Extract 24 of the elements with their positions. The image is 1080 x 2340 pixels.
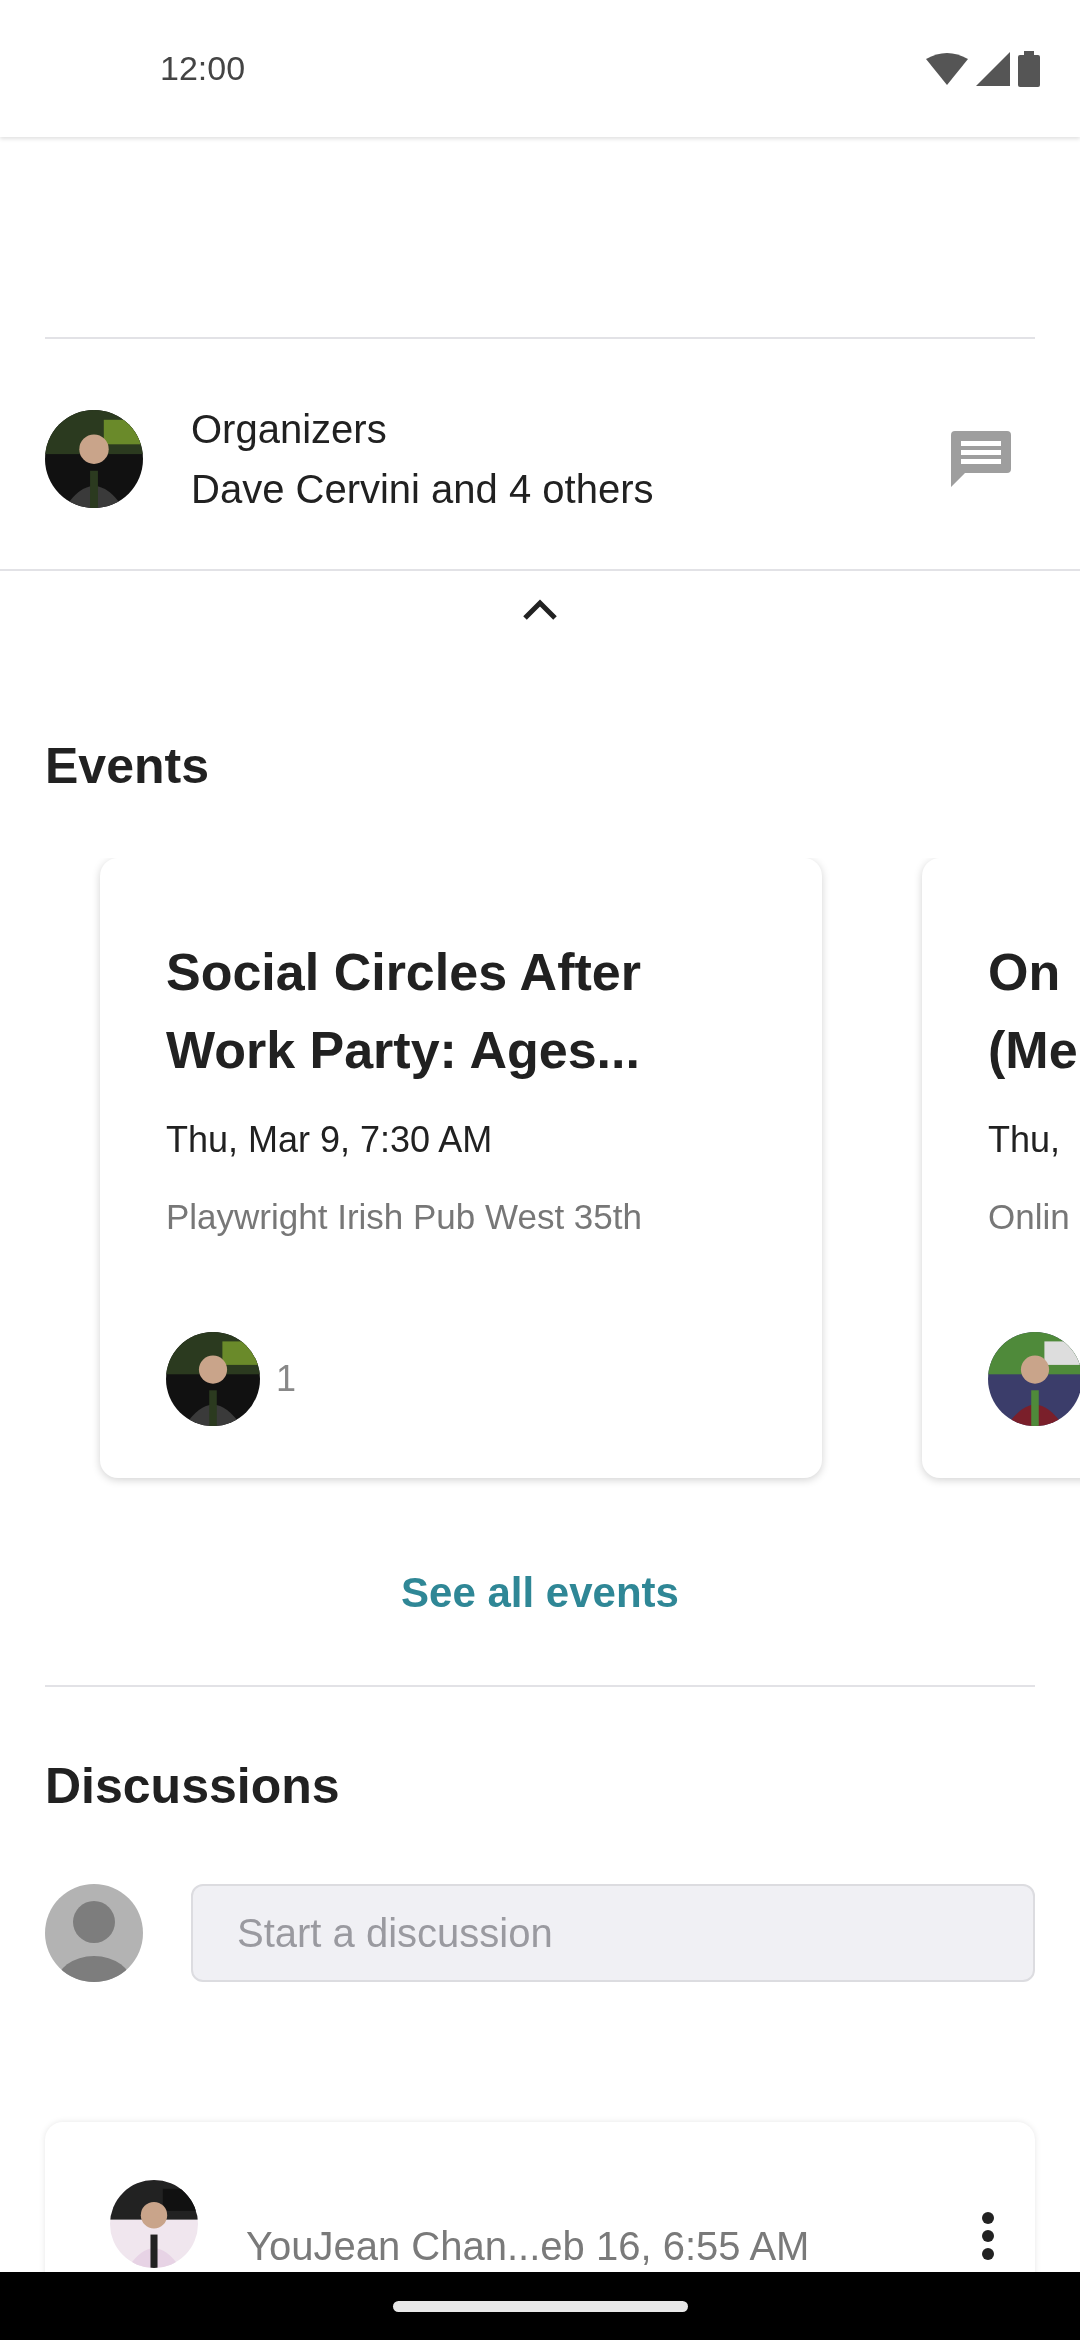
more-options-icon[interactable]: [981, 2212, 995, 2260]
event-location: Onlin: [988, 1196, 1071, 1238]
discussions-heading: Discussions: [44, 1757, 341, 1816]
start-discussion-field[interactable]: Start a discussion: [191, 1884, 1035, 1982]
home-gesture-bar[interactable]: [392, 2300, 688, 2312]
event-date: Thu, Mar 9, 7:30 AM: [166, 1118, 494, 1162]
wifi-icon: [926, 52, 968, 85]
event-location: Playwright Irish Pub West 35th: [166, 1196, 643, 1238]
events-heading: Events: [44, 737, 210, 796]
attendee-count: 1: [276, 1356, 297, 1401]
organizer-names[interactable]: Dave Cervini and 4 others: [191, 459, 951, 519]
event-title: On (Me: [988, 942, 1079, 1081]
status-time: 12:00: [160, 48, 246, 89]
event-card[interactable]: Social Circles After Work Party: Ages... Thu, Mar 9, 7:30 AM Playwright Irish Pub West 35th 1: [100, 858, 822, 1478]
post-author-date: YouJean Chan...eb 16, 6:55 AM: [246, 2223, 811, 2270]
event-date: Thu,: [988, 1118, 1062, 1162]
message-icon[interactable]: [951, 431, 1011, 487]
battery-icon: [1018, 50, 1040, 87]
event-title: Social Circles After Work Party: Ages...: [166, 942, 642, 1081]
organizers-label: Organizers: [191, 406, 388, 453]
signal-icon: [976, 51, 1010, 86]
event-card[interactable]: On (Me Thu, Onlin: [922, 858, 1080, 1478]
collapse-chevron-icon[interactable]: [522, 599, 558, 621]
see-all-events-link[interactable]: See all events: [395, 1560, 685, 1625]
